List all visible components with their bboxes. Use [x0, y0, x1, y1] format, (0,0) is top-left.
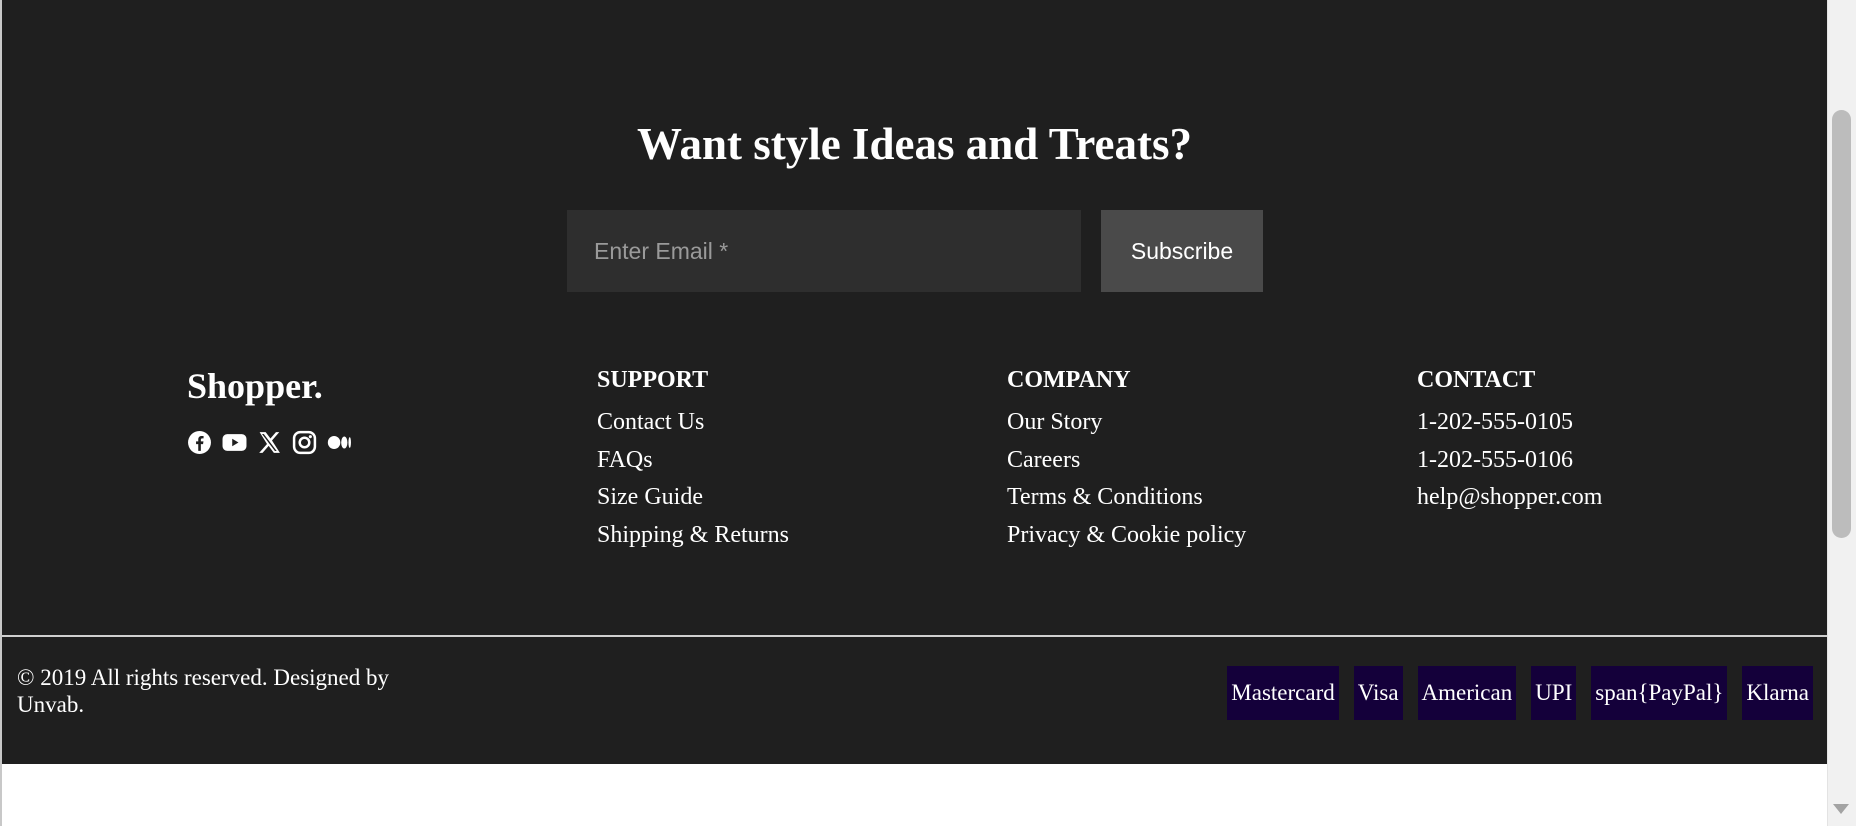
medium-icon[interactable]: [327, 430, 352, 455]
footer-divider: [2, 635, 1827, 637]
privacy-cookie-link[interactable]: Privacy & Cookie policy: [1007, 519, 1246, 557]
careers-link[interactable]: Careers: [1007, 444, 1246, 482]
email-link[interactable]: help@shopper.com: [1417, 481, 1602, 519]
scrollbar-thumb[interactable]: [1832, 110, 1851, 538]
phone-link-1[interactable]: 1-202-555-0105: [1417, 406, 1602, 444]
youtube-icon[interactable]: [222, 430, 247, 455]
company-heading: COMPANY: [1007, 367, 1131, 393]
contact-column: CONTACT 1-202-555-0105 1-202-555-0106 he…: [1417, 364, 1602, 519]
support-column: SUPPORT Contact Us FAQs Size Guide Shipp…: [597, 364, 789, 556]
company-column: COMPANY Our Story Careers Terms & Condit…: [1007, 364, 1246, 556]
payment-badge: span{PayPal}: [1591, 666, 1728, 720]
payment-badge: Klarna: [1742, 666, 1813, 720]
contact-heading: CONTACT: [1417, 367, 1536, 393]
our-story-link[interactable]: Our Story: [1007, 406, 1246, 444]
shipping-returns-link[interactable]: Shipping & Returns: [597, 519, 789, 557]
x-icon[interactable]: [257, 430, 282, 455]
faqs-link[interactable]: FAQs: [597, 444, 789, 482]
instagram-icon[interactable]: [292, 430, 317, 455]
email-input[interactable]: [567, 210, 1081, 292]
support-heading: SUPPORT: [597, 367, 709, 393]
social-links: [187, 430, 352, 455]
payment-badge: American: [1417, 666, 1517, 720]
scroll-down-arrow-icon[interactable]: [1833, 804, 1849, 814]
subscribe-button[interactable]: Subscribe: [1101, 210, 1263, 292]
contact-us-link[interactable]: Contact Us: [597, 406, 789, 444]
phone-link-2[interactable]: 1-202-555-0106: [1417, 444, 1602, 482]
size-guide-link[interactable]: Size Guide: [597, 481, 789, 519]
payment-badge: Visa: [1353, 666, 1403, 720]
terms-conditions-link[interactable]: Terms & Conditions: [1007, 481, 1246, 519]
copyright-text: © 2019 All rights reserved. Designed by …: [17, 665, 389, 717]
newsletter-title: Want style Ideas and Treats?: [636, 119, 1193, 169]
brand-logo[interactable]: Shopper.: [187, 365, 323, 407]
payment-badge: UPI: [1531, 666, 1577, 720]
site-footer: Want style Ideas and Treats? Subscribe S…: [2, 0, 1827, 764]
payment-badge: Mastercard: [1227, 666, 1339, 720]
payment-methods: Mastercard Visa American UPI span{PayPal…: [1227, 666, 1813, 720]
facebook-icon[interactable]: [187, 430, 212, 455]
